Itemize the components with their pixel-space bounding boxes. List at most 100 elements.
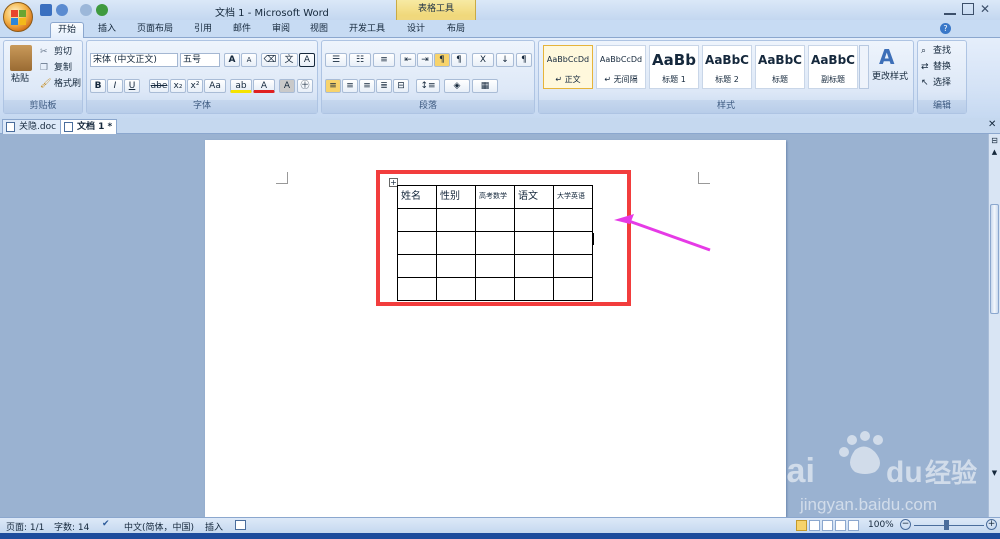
ruler-toggle-icon[interactable]: ⊟: [990, 136, 999, 145]
tab-insert[interactable]: 插入: [90, 22, 124, 38]
format-painter-button[interactable]: 🖌 格式刷: [40, 78, 81, 90]
style-title[interactable]: AaBbC 标题: [755, 45, 805, 89]
replace-icon: ⇄: [921, 62, 929, 72]
redo-icon[interactable]: [80, 4, 92, 16]
tab-developer[interactable]: 开发工具: [343, 22, 391, 38]
help-icon[interactable]: ?: [940, 23, 951, 34]
scroll-down-icon[interactable]: ▼: [990, 469, 999, 478]
ltr-button[interactable]: ¶: [434, 53, 450, 67]
zoom-thumb[interactable]: [944, 520, 949, 530]
tab-view[interactable]: 视图: [302, 22, 336, 38]
align-left-button[interactable]: ≡: [325, 79, 341, 93]
char-border-button[interactable]: A: [299, 53, 315, 67]
tab-design[interactable]: 设计: [400, 22, 432, 38]
numbering-button[interactable]: ☷: [349, 53, 371, 67]
style-heading-1[interactable]: AaBb 标题 1: [649, 45, 699, 89]
font-color-button[interactable]: A: [253, 79, 275, 93]
shading-button[interactable]: ◈: [444, 79, 470, 93]
paste-button[interactable]: 粘贴: [11, 73, 29, 85]
clear-format-button[interactable]: ⌫: [261, 53, 279, 67]
style-normal[interactable]: AaBbCcDd ↵ 正文: [543, 45, 593, 89]
status-page[interactable]: 页面: 1/1: [6, 520, 44, 533]
quick-access-icon[interactable]: [96, 4, 108, 16]
underline-button[interactable]: U: [124, 79, 140, 93]
decrease-indent-button[interactable]: ⇤: [400, 53, 416, 67]
status-words[interactable]: 字数: 14: [54, 520, 89, 533]
restore-icon[interactable]: [962, 3, 974, 15]
multilevel-list-button[interactable]: ≡: [373, 53, 395, 67]
find-button[interactable]: ⌕ 查找: [921, 45, 951, 57]
rtl-button[interactable]: ¶: [451, 53, 467, 67]
doc-tab-1[interactable]: 关隐.doc: [2, 119, 62, 134]
line-spacing-button[interactable]: ↕≡: [416, 79, 440, 93]
highlight-button[interactable]: ab: [230, 79, 252, 93]
distributed-button[interactable]: ⊟: [393, 79, 409, 93]
asian-layout-icon: X: [479, 55, 487, 65]
font-name-combo[interactable]: 宋体 (中文正文): [90, 53, 178, 67]
align-right-button[interactable]: ≡: [359, 79, 375, 93]
style-subtitle[interactable]: AaBbC 副标题: [808, 45, 858, 89]
zoom-in-icon[interactable]: +: [986, 519, 997, 530]
shrink-font-button[interactable]: A: [241, 53, 257, 67]
styles-scroll[interactable]: [859, 45, 869, 89]
change-case-button[interactable]: Aa: [204, 79, 226, 93]
zoom-level[interactable]: 100%: [868, 520, 894, 530]
sort-button[interactable]: ↓: [496, 53, 514, 67]
tab-home[interactable]: 开始: [50, 22, 84, 38]
save-icon[interactable]: [40, 4, 52, 16]
cut-icon: ✂: [40, 47, 48, 57]
minimize-icon[interactable]: [944, 3, 956, 15]
tab-layout[interactable]: 布局: [440, 22, 472, 38]
cut-button[interactable]: ✂ 剪切: [40, 46, 72, 58]
select-button[interactable]: ↖ 选择: [921, 77, 951, 89]
bold-button[interactable]: B: [90, 79, 106, 93]
scroll-up-icon[interactable]: ▲: [990, 148, 999, 157]
undo-icon[interactable]: [56, 4, 68, 16]
increase-indent-button[interactable]: ⇥: [417, 53, 433, 67]
paste-icon[interactable]: [10, 45, 32, 71]
grow-font-button[interactable]: A: [224, 53, 240, 67]
doc-tab-2[interactable]: 文档 1 *: [60, 119, 118, 134]
superscript-button[interactable]: x²: [187, 79, 203, 93]
borders-button[interactable]: ▦: [472, 79, 498, 93]
style-no-spacing[interactable]: AaBbCcDd ↵ 无间隔: [596, 45, 646, 89]
doc-close-icon[interactable]: ✕: [988, 119, 996, 130]
font-size-combo[interactable]: 五号: [180, 53, 220, 67]
web-layout-icon[interactable]: [822, 520, 833, 531]
asian-layout-button[interactable]: X: [472, 53, 494, 67]
show-marks-button[interactable]: ¶: [516, 53, 532, 67]
italic-button[interactable]: I: [107, 79, 123, 93]
tab-mailings[interactable]: 邮件: [225, 22, 259, 38]
enclose-char-button[interactable]: ㊉: [297, 79, 313, 93]
tab-page-layout[interactable]: 页面布局: [133, 22, 177, 38]
copy-button[interactable]: ❐ 复制: [40, 62, 72, 74]
replace-button[interactable]: ⇄ 替换: [921, 61, 951, 73]
change-styles-icon: A: [879, 45, 895, 69]
office-button[interactable]: [3, 2, 33, 32]
status-mode[interactable]: 插入: [205, 520, 223, 533]
close-icon[interactable]: ✕: [980, 3, 992, 15]
tab-references[interactable]: 引用: [186, 22, 220, 38]
align-center-button[interactable]: ≡: [342, 79, 358, 93]
scroll-thumb[interactable]: [990, 204, 999, 314]
char-shading-button[interactable]: A: [279, 79, 295, 93]
macro-icon[interactable]: [235, 520, 246, 530]
justify-button[interactable]: ≣: [376, 79, 392, 93]
strikethrough-button[interactable]: abe: [149, 79, 169, 93]
status-language[interactable]: 中文(简体，中国): [124, 520, 194, 533]
zoom-out-icon[interactable]: −: [900, 519, 911, 530]
vertical-scrollbar[interactable]: ⊟ ▲ ▼: [988, 134, 1000, 517]
proofing-icon[interactable]: ✔: [102, 519, 110, 529]
phonetic-guide-button[interactable]: 文: [280, 53, 298, 67]
bullets-button[interactable]: ☰: [325, 53, 347, 67]
subscript-button[interactable]: x₂: [170, 79, 186, 93]
outline-icon[interactable]: [835, 520, 846, 531]
style-heading-2[interactable]: AaBbC 标题 2: [702, 45, 752, 89]
rtl-icon: ¶: [456, 55, 462, 65]
print-layout-icon[interactable]: [796, 520, 807, 531]
change-styles-button[interactable]: 更改样式: [872, 71, 908, 83]
tab-review[interactable]: 审阅: [264, 22, 298, 38]
full-screen-icon[interactable]: [809, 520, 820, 531]
draft-icon[interactable]: [848, 520, 859, 531]
zoom-slider[interactable]: [914, 525, 984, 526]
